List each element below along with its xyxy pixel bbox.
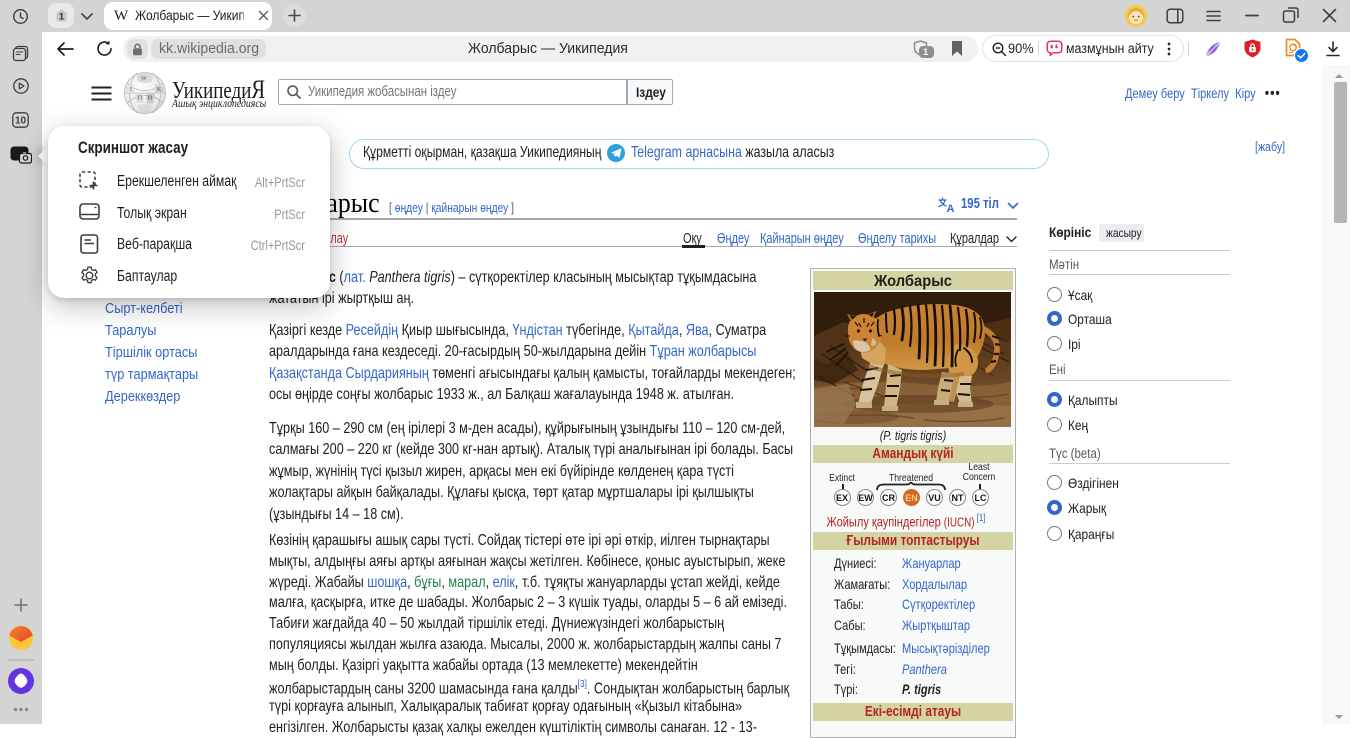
svg-text:1: 1	[59, 11, 65, 22]
svg-text:I: I	[130, 87, 132, 93]
svg-text:K: K	[157, 87, 162, 93]
svg-text:W: W	[141, 76, 147, 82]
svg-text:И: И	[148, 95, 153, 102]
svg-text:10: 10	[15, 116, 27, 127]
svg-text:A: A	[947, 203, 955, 213]
svg-text:П: П	[138, 95, 143, 102]
